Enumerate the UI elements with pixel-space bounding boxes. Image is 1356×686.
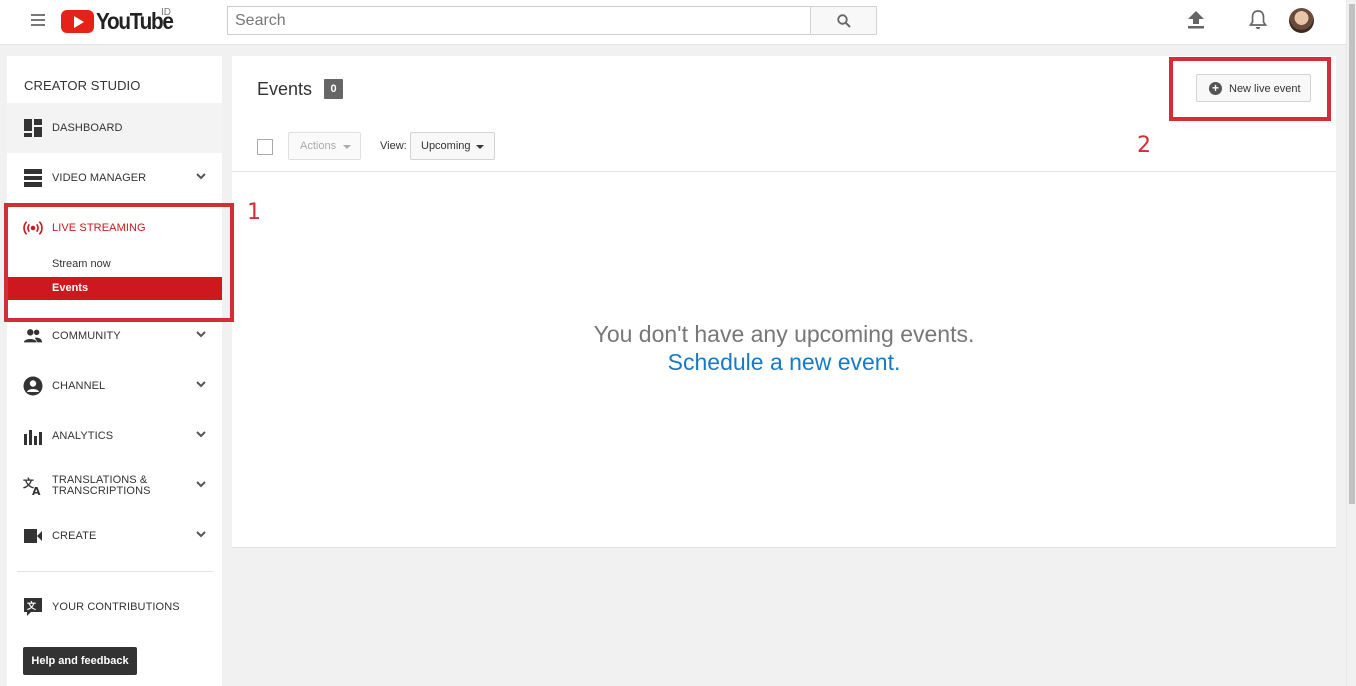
sidebar-item-label: TRANSLATIONS & TRANSCRIPTIONS <box>52 475 151 497</box>
sidebar-item-your-contributions[interactable]: 文 YOUR CONTRIBUTIONS <box>7 582 222 632</box>
sidebar-item-label: VIDEO MANAGER <box>52 172 147 184</box>
translations-label-line2: TRANSCRIPTIONS <box>52 485 151 497</box>
sidebar-item-channel[interactable]: CHANNEL <box>7 361 222 411</box>
translations-icon: 文A <box>23 476 41 496</box>
actions-label: Actions <box>300 140 337 152</box>
actions-dropdown[interactable]: Actions <box>288 132 361 160</box>
dashboard-icon <box>24 119 42 137</box>
top-bar: YouTube ID <box>0 0 1346 45</box>
community-icon <box>23 329 43 343</box>
annotation-box-1 <box>4 203 234 322</box>
youtube-play-icon <box>61 9 94 33</box>
chevron-down-icon[interactable] <box>195 378 207 390</box>
chevron-down-icon[interactable] <box>195 328 207 340</box>
video-manager-icon <box>24 169 42 187</box>
sidebar-item-dashboard[interactable]: DASHBOARD <box>7 103 222 153</box>
view-dropdown[interactable]: Upcoming <box>410 132 495 160</box>
sidebar-item-label: CREATE <box>52 530 97 542</box>
sidebar-item-label: CHANNEL <box>52 380 106 392</box>
chevron-down-icon[interactable] <box>195 478 207 490</box>
sidebar-item-translations[interactable]: 文A TRANSLATIONS & TRANSCRIPTIONS <box>7 461 222 511</box>
scrollbar-thumb[interactable] <box>1349 4 1355 504</box>
sidebar-item-video-manager[interactable]: VIDEO MANAGER <box>7 153 222 203</box>
annotation-number-2: 2 <box>1137 133 1151 158</box>
empty-state-message: You don't have any upcoming events. <box>593 321 975 347</box>
svg-text:文: 文 <box>26 600 37 612</box>
sidebar-item-label: YOUR CONTRIBUTIONS <box>52 601 180 613</box>
sidebar: CREATOR STUDIO DASHBOARD VIDEO MANAGER L… <box>7 56 222 686</box>
channel-icon <box>23 376 43 396</box>
caret-down-icon <box>343 145 351 149</box>
sidebar-item-label: ANALYTICS <box>52 430 114 442</box>
events-count-badge: 0 <box>324 79 343 99</box>
contributions-icon: 文 <box>24 598 42 616</box>
view-value: Upcoming <box>421 140 471 152</box>
select-all-checkbox[interactable] <box>257 139 273 155</box>
events-panel: Events 0 + New live event Actions View: … <box>232 56 1336 548</box>
upload-icon[interactable] <box>1188 11 1204 29</box>
annotation-number-1: 1 <box>247 200 261 225</box>
analytics-icon <box>24 430 42 445</box>
view-label: View: <box>380 140 407 152</box>
creator-studio-title: CREATOR STUDIO <box>24 78 141 93</box>
sidebar-item-label: DASHBOARD <box>52 122 123 134</box>
country-code: ID <box>161 7 171 18</box>
sidebar-item-create[interactable]: CREATE <box>7 511 222 561</box>
avatar[interactable] <box>1289 8 1314 33</box>
search-input[interactable] <box>227 6 811 35</box>
scrollbar[interactable] <box>1346 0 1356 686</box>
toolbar-divider <box>232 171 1336 172</box>
help-and-feedback-button[interactable]: Help and feedback <box>23 647 137 675</box>
svg-text:A: A <box>32 485 41 496</box>
schedule-new-event-link[interactable]: Schedule a new event. <box>232 349 1336 376</box>
search-icon <box>837 14 851 28</box>
caret-down-icon <box>476 145 484 149</box>
sidebar-divider <box>17 571 213 572</box>
chevron-down-icon[interactable] <box>195 170 207 182</box>
chevron-down-icon[interactable] <box>195 528 207 540</box>
search-button[interactable] <box>810 6 877 35</box>
annotation-box-2 <box>1169 57 1331 121</box>
page-title: Events <box>257 79 313 99</box>
menu-icon[interactable] <box>31 14 45 26</box>
sidebar-item-label: COMMUNITY <box>52 330 121 342</box>
sidebar-item-analytics[interactable]: ANALYTICS <box>7 411 222 461</box>
chevron-down-icon[interactable] <box>195 428 207 440</box>
create-icon <box>24 529 42 543</box>
bell-icon[interactable] <box>1249 10 1267 30</box>
